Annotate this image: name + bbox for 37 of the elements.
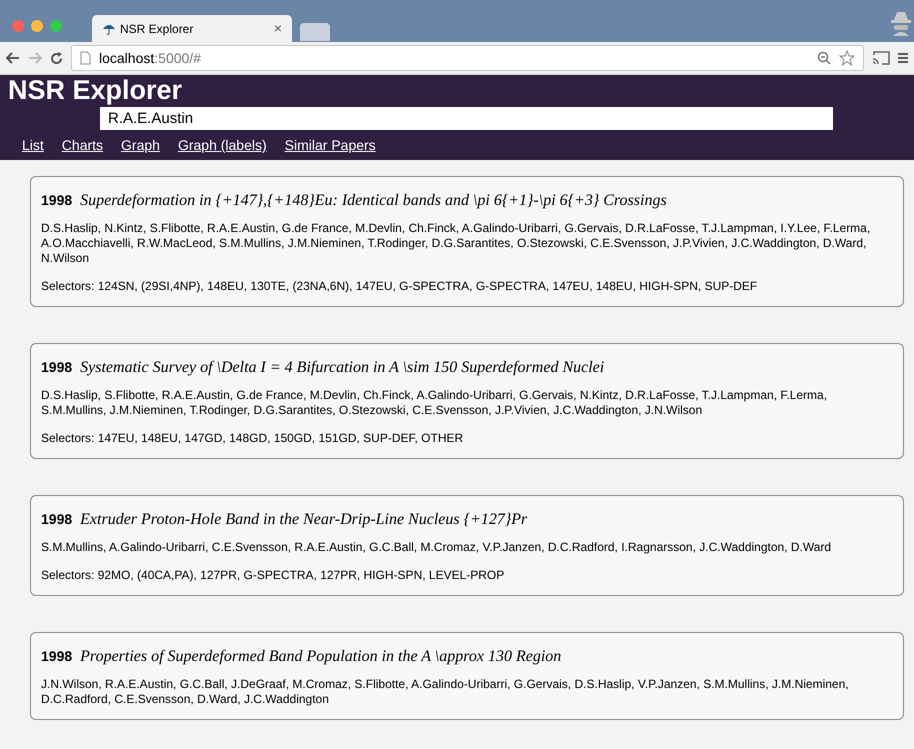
incognito-icon (890, 10, 912, 36)
paper-title: Superdeformation in {+147},{+148}Eu: Identical bands and \pi 6{+1}-\pi 6{+3} Crossings (80, 193, 667, 208)
paper-title: Systematic Survey of \Delta I = 4 Bifurcation in A \sim 150 Superdeformed Nuclei (80, 360, 604, 375)
app-title: NSR Explorer (7, 75, 182, 105)
zoom-out-icon[interactable] (817, 51, 831, 65)
back-icon[interactable] (6, 52, 20, 64)
tab-title: NSR Explorer (120, 20, 194, 38)
paper-authors: D.S.Haslip, N.Kintz, S.Flibotte, R.A.E.Austin, G.de France, M.Devlin, Ch.Finck, A.Galindo-Uribarri, G.Gervais, D.R.LaFosse, T.J.Lampman, I.Y.Lee, F.Lerma, A.O.Macchiavelli, R.W.MacLeod, S.M.Mullins, J.M.Nieminen, T.Rodinger, D.G.Sarantites, O.Stezowski, C.E.Svensson, J.P.Vivien, J.C.Waddington, D.Ward, N.Wilson (41, 221, 872, 266)
cast-icon[interactable] (872, 51, 890, 65)
paper-selectors: Selectors: 124SN, (29SI,4NP), 148EU, 130TE, (23NA,6N), 147EU, G-SPECTRA, G-SPECTRA, 147EU, 148EU, HIGH-SPN, SUP-DEF (41, 279, 758, 294)
paper-authors: S.M.Mullins, A.Galindo-Uribarri, C.E.Svensson, R.A.E.Austin, G.C.Ball, M.Cromaz, V.P.Janzen, D.C.Radford, I.Ragnarsson, J.C.Waddington, D.Ward (41, 540, 832, 555)
umbrella-icon (102, 22, 116, 34)
paper-year: 1998 (41, 649, 72, 664)
page-icon (80, 51, 91, 65)
url-text: localhost:5000/# (99, 48, 201, 68)
tab-close-button[interactable]: × (274, 18, 282, 39)
paper-year: 1998 (41, 512, 72, 527)
paper-authors: J.N.Wilson, R.A.E.Austin, G.C.Ball, J.DeGraaf, M.Cromaz, S.Flibotte, A.Galindo-Uribarri, G.Gervais, D.S.Haslip, V.P.Janzen, S.M.Mullins, J.M.Nieminen, D.C.Radford, C.E.Svensson, D.Ward, J.C.Waddington (41, 677, 850, 707)
paper-selectors: Selectors: 147EU, 148EU, 147GD, 148GD, 150GD, 151GD, SUP-DEF, OTHER (41, 431, 464, 446)
minimize-window-icon[interactable] (31, 20, 43, 32)
search-field[interactable]: R.A.E.Austin (100, 107, 833, 130)
nav-link[interactable]: Similar Papers (284, 135, 376, 156)
paper-year: 1998 (41, 193, 72, 208)
nav-link[interactable]: List (22, 135, 44, 156)
nav-link[interactable]: Graph (121, 135, 160, 156)
star-icon[interactable] (839, 50, 855, 66)
paper-year: 1998 (41, 360, 72, 375)
nav-link[interactable]: Charts (62, 135, 104, 156)
paper-selectors: Selectors: 92MO, (40CA,PA), 127PR, G-SPECTRA, 127PR, HIGH-SPN, LEVEL-PROP (41, 568, 506, 583)
browser-tab[interactable]: NSR Explorer × (92, 15, 292, 42)
address-bar[interactable]: localhost:5000/# (71, 45, 864, 71)
paper-title: Extruder Proton-Hole Band in the Near-Drip-Line Nucleus {+127}Pr (80, 512, 528, 527)
paper-title: Properties of Superdeformed Band Population in the A \approx 130 Region (80, 649, 562, 664)
reload-icon[interactable] (50, 52, 63, 64)
paper-authors: D.S.Haslip, S.Flibotte, R.A.E.Austin, G.de France, M.Devlin, Ch.Finck, A.Galindo-Uribarri, G.Gervais, N.Kintz, D.R.LaFosse, T.J.Lampman, F.Lerma, S.M.Mullins, J.M.Nieminen, T.Rodinger, D.G.Sarantites, O.Stezowski, C.E.Svensson, J.P.Vivien, J.C.Waddington, J.N.Wilson (41, 388, 828, 418)
menu-icon[interactable] (898, 52, 908, 64)
nav-link[interactable]: Graph (labels) (178, 135, 267, 156)
